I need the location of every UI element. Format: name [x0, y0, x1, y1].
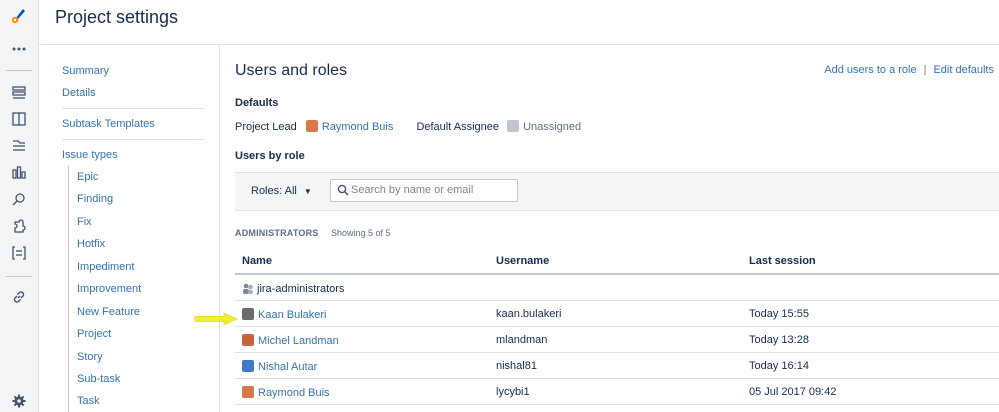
row-divider	[235, 404, 999, 405]
table-row-group: jira-administrators	[242, 282, 344, 295]
settings-icon[interactable]	[10, 392, 28, 410]
row-divider	[235, 326, 999, 327]
issue-types-tree-line	[68, 166, 69, 412]
last-session-cell: Today 16:14	[749, 360, 809, 372]
nav-issue-type-task[interactable]: Task	[77, 395, 100, 407]
last-session-cell: 05 Jul 2017 09:42	[749, 386, 837, 398]
table-row-user: Kaan Bulakeri	[242, 308, 327, 321]
role-filter-bar: Roles: All ▼ Search by name or email	[235, 172, 999, 211]
project-lead-avatar	[305, 120, 322, 133]
user-name-link[interactable]: Michel Landman	[258, 335, 339, 347]
user-avatar	[242, 334, 254, 346]
rocket-logo-icon[interactable]	[10, 6, 28, 24]
nav-divider	[62, 108, 204, 109]
link-icon[interactable]	[10, 288, 28, 306]
nav-issue-type-finding[interactable]: Finding	[77, 193, 113, 205]
rail-divider	[6, 70, 32, 71]
global-sidebar	[0, 0, 39, 412]
search-input[interactable]: Search by name or email	[330, 179, 518, 202]
table-row-user: Raymond Buis	[242, 386, 330, 399]
nav-details[interactable]: Details	[62, 87, 96, 99]
users-by-role-heading: Users by role	[235, 150, 305, 162]
nav-issue-type-fix[interactable]: Fix	[77, 216, 92, 228]
nav-divider	[62, 139, 204, 140]
defaults-heading: Defaults	[235, 97, 279, 109]
user-name-link[interactable]: Nishal Autar	[258, 361, 317, 373]
nav-issue-type-impediment[interactable]: Impediment	[77, 261, 134, 273]
username-cell: lycybi1	[496, 386, 530, 398]
add-item-icon[interactable]	[10, 244, 28, 262]
roles-filter-dropdown[interactable]: Roles: All ▼	[251, 185, 312, 197]
last-session-cell: Today 15:55	[749, 308, 809, 320]
page-title: Project settings	[55, 7, 179, 27]
roles-filter-label: Roles: All	[251, 185, 297, 197]
table-row-user: Nishal Autar	[242, 360, 317, 373]
add-users-to-role-link[interactable]: Add users to a role	[824, 64, 916, 76]
column-header-name[interactable]: Name	[242, 255, 272, 267]
nav-summary[interactable]: Summary	[62, 65, 109, 77]
reports-icon[interactable]	[10, 163, 28, 181]
project-lead-label: Project Lead	[235, 121, 297, 133]
nav-subtask-templates[interactable]: Subtask Templates	[62, 118, 155, 130]
table-header-divider	[235, 273, 999, 275]
components-icon[interactable]	[10, 217, 28, 235]
nav-issue-type-sub-task[interactable]: Sub-task	[77, 373, 120, 385]
search-icon	[337, 184, 349, 196]
user-name-link[interactable]: Kaan Bulakeri	[258, 309, 327, 321]
releases-icon[interactable]	[10, 136, 28, 154]
row-divider	[235, 378, 999, 379]
main-content: Users and roles Add users to a role | Edit…	[220, 45, 999, 412]
username-cell: mlandman	[496, 334, 548, 346]
annotation-arrow-icon	[194, 313, 238, 325]
header-actions: Add users to a role | Edit defaults	[824, 64, 994, 76]
page-header: Project settings	[39, 0, 999, 45]
default-assignee-value: Unassigned	[523, 121, 582, 133]
rail-divider	[6, 276, 32, 277]
nav-issue-type-project[interactable]: Project	[77, 328, 111, 340]
role-group-count: Showing 5 of 5	[331, 228, 391, 238]
user-avatar	[242, 386, 254, 398]
search-placeholder: Search by name or email	[351, 184, 474, 196]
default-assignee-label: Default Assignee	[416, 121, 499, 133]
nav-issue-type-improvement[interactable]: Improvement	[77, 283, 141, 295]
user-name-link[interactable]: Raymond Buis	[258, 387, 330, 399]
row-divider	[235, 352, 999, 353]
defaults-row: Project Lead Raymond Buis Default Assign…	[235, 120, 581, 133]
board-icon[interactable]	[10, 110, 28, 128]
group-name: jira-administrators	[257, 283, 345, 295]
unassigned-avatar-icon	[507, 120, 523, 133]
project-lead-link[interactable]: Raymond Buis	[322, 121, 394, 133]
nav-issue-type-story[interactable]: Story	[77, 351, 103, 363]
user-avatar	[242, 308, 254, 320]
table-row-user: Michel Landman	[242, 334, 339, 347]
username-cell: nishal81	[496, 360, 537, 372]
chevron-down-icon: ▼	[303, 187, 312, 196]
nav-issue-type-hotfix[interactable]: Hotfix	[77, 238, 105, 250]
section-heading: Users and roles	[235, 62, 348, 79]
edit-defaults-link[interactable]: Edit defaults	[933, 64, 994, 76]
column-header-last-session[interactable]: Last session	[749, 255, 816, 267]
user-avatar	[242, 360, 254, 372]
role-group-label: ADMINISTRATORS	[235, 228, 319, 238]
nav-issue-types[interactable]: Issue types	[62, 149, 118, 161]
nav-issue-type-epic[interactable]: Epic	[77, 171, 98, 183]
username-cell: kaan.bulakeri	[496, 308, 562, 320]
group-icon	[243, 283, 253, 294]
issues-search-icon[interactable]	[10, 190, 28, 208]
nav-issue-type-new-feature[interactable]: New Feature	[77, 306, 140, 318]
action-separator: |	[923, 64, 927, 76]
row-divider	[235, 300, 999, 301]
last-session-cell: Today 13:28	[749, 334, 809, 346]
project-settings-nav: Summary Details Subtask Templates Issue …	[39, 45, 220, 412]
column-header-username[interactable]: Username	[496, 255, 549, 267]
more-icon[interactable]	[10, 40, 28, 58]
backlog-icon[interactable]	[10, 84, 28, 102]
